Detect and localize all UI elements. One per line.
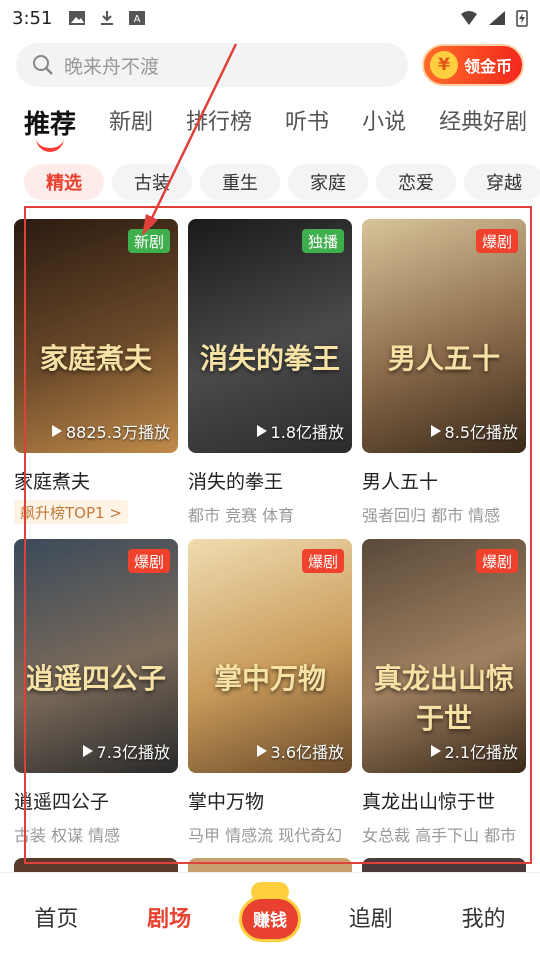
play-icon bbox=[52, 425, 62, 437]
search-icon bbox=[33, 55, 53, 75]
search-input[interactable]: 晚来舟不渡 bbox=[16, 43, 408, 87]
rank-tag[interactable]: 飙升榜TOP1 > bbox=[14, 500, 128, 524]
play-icon bbox=[82, 745, 93, 757]
play-count: 1.8亿播放 bbox=[256, 419, 344, 443]
wifi-icon bbox=[461, 11, 477, 25]
drama-badge: 爆剧 bbox=[301, 549, 344, 573]
drama-card[interactable]: 逍遥四公子 爆剧 7.3亿播放 逍遥四公子 古装 权谋 情感 bbox=[14, 539, 178, 859]
drama-title[interactable]: 男人五十 bbox=[362, 467, 526, 494]
collect-coins-label: 领金币 bbox=[464, 57, 513, 76]
drama-badge: 独播 bbox=[301, 229, 344, 253]
chip-romance[interactable]: 恋爱 bbox=[376, 164, 456, 200]
chip-time-travel[interactable]: 穿越 bbox=[464, 164, 540, 200]
poster-title-art: 消失的拳王 bbox=[199, 342, 340, 375]
nav-home[interactable]: 首页 bbox=[11, 901, 101, 933]
play-count: 8.5亿播放 bbox=[430, 419, 518, 443]
nav-theater[interactable]: 剧场 bbox=[124, 901, 214, 933]
signal-icon bbox=[489, 11, 505, 25]
chip-featured[interactable]: 精选 bbox=[24, 164, 104, 200]
drama-tags: 马甲 情感流 现代奇幻 bbox=[188, 826, 343, 845]
play-count-text: 7.3亿播放 bbox=[96, 743, 170, 762]
search-row: 晚来舟不渡 ¥ 领金币 bbox=[16, 42, 524, 88]
tab-audiobook[interactable]: 听书 bbox=[285, 104, 329, 136]
poster-title-art: 真龙出山惊于世 bbox=[373, 662, 514, 735]
poster-title-art: 逍遥四公子 bbox=[25, 662, 166, 695]
poster-title-art: 男人五十 bbox=[387, 342, 500, 375]
tab-ranking[interactable]: 排行榜 bbox=[186, 104, 252, 136]
svg-text:A: A bbox=[134, 14, 141, 25]
tab-classic[interactable]: 经典好剧 bbox=[439, 104, 527, 136]
play-count: 3.6亿播放 bbox=[256, 739, 344, 763]
drama-poster[interactable]: 掌中万物 爆剧 3.6亿播放 bbox=[188, 539, 352, 773]
drama-grid: 家庭煮夫 新剧 8825.3万播放 家庭煮夫 飙升榜TOP1 > 消失的拳王 独… bbox=[14, 219, 528, 859]
nav-me[interactable]: 我的 bbox=[439, 901, 529, 933]
drama-badge: 新剧 bbox=[127, 229, 170, 253]
tab-recommend[interactable]: 推荐 bbox=[24, 104, 77, 152]
play-icon bbox=[430, 745, 441, 757]
drama-title[interactable]: 家庭煮夫 bbox=[14, 467, 178, 494]
genre-chips: 精选 古装 重生 家庭 恋爱 穿越 bbox=[24, 164, 540, 200]
coin-icon: ¥ bbox=[430, 51, 458, 79]
play-count-text: 8825.3万播放 bbox=[66, 423, 170, 442]
drama-poster[interactable]: 消失的拳王 独播 1.8亿播放 bbox=[188, 219, 352, 453]
drama-card[interactable]: 掌中万物 爆剧 3.6亿播放 掌中万物 马甲 情感流 现代奇幻 bbox=[188, 539, 352, 859]
drama-badge: 爆剧 bbox=[475, 229, 518, 253]
drama-poster[interactable]: 男人五十 爆剧 8.5亿播放 bbox=[362, 219, 526, 453]
play-count-text: 2.1亿播放 bbox=[444, 743, 518, 762]
battery-icon bbox=[516, 10, 528, 27]
drama-poster-partial[interactable] bbox=[362, 858, 526, 872]
drama-card[interactable]: 家庭煮夫 新剧 8825.3万播放 家庭煮夫 飙升榜TOP1 > bbox=[14, 219, 178, 539]
chip-costume[interactable]: 古装 bbox=[112, 164, 192, 200]
drama-badge: 爆剧 bbox=[127, 549, 170, 573]
drama-tags: 女总裁 高手下山 都市 bbox=[362, 826, 517, 845]
tab-label: 推荐 bbox=[24, 110, 77, 140]
drama-title[interactable]: 消失的拳王 bbox=[188, 467, 352, 494]
drama-poster[interactable]: 逍遥四公子 爆剧 7.3亿播放 bbox=[14, 539, 178, 773]
play-icon bbox=[256, 745, 267, 757]
play-count: 2.1亿播放 bbox=[430, 739, 518, 763]
status-bar: 3:51 A bbox=[0, 0, 540, 36]
drama-tags: 都市 竞赛 体育 bbox=[188, 506, 295, 525]
play-count-text: 8.5亿播放 bbox=[444, 423, 518, 442]
drama-title[interactable]: 掌中万物 bbox=[188, 787, 352, 814]
collect-coins-button[interactable]: ¥ 领金币 bbox=[422, 44, 524, 86]
download-icon bbox=[101, 11, 114, 25]
play-icon bbox=[430, 425, 441, 437]
play-count-text: 1.8亿播放 bbox=[270, 423, 344, 442]
image-icon bbox=[69, 11, 86, 25]
drama-tags: 强者回归 都市 情感 bbox=[362, 506, 501, 525]
chip-rebirth[interactable]: 重生 bbox=[200, 164, 280, 200]
earn-label: 赚钱 bbox=[238, 895, 301, 942]
play-count: 8825.3万播放 bbox=[52, 419, 170, 443]
nav-earn[interactable]: 赚钱 bbox=[237, 881, 303, 942]
search-placeholder: 晚来舟不渡 bbox=[64, 55, 160, 78]
drama-card[interactable]: 真龙出山惊于世 爆剧 2.1亿播放 真龙出山惊于世 女总裁 高手下山 都市 bbox=[362, 539, 526, 859]
drama-title[interactable]: 真龙出山惊于世 bbox=[362, 787, 526, 814]
next-row-peek bbox=[14, 858, 528, 872]
category-tabs: 推荐 新剧 排行榜 听书 小说 经典好剧 bbox=[24, 104, 540, 156]
tab-new[interactable]: 新剧 bbox=[109, 104, 153, 136]
drama-poster[interactable]: 家庭煮夫 新剧 8825.3万播放 bbox=[14, 219, 178, 453]
drama-title[interactable]: 逍遥四公子 bbox=[14, 787, 178, 814]
status-time: 3:51 bbox=[12, 7, 53, 29]
drama-card[interactable]: 消失的拳王 独播 1.8亿播放 消失的拳王 都市 竞赛 体育 bbox=[188, 219, 352, 539]
drama-poster-partial[interactable] bbox=[188, 858, 352, 872]
nav-following[interactable]: 追剧 bbox=[326, 901, 416, 933]
bottom-nav: 首页 剧场 赚钱 追剧 我的 bbox=[0, 872, 540, 960]
drama-tags: 古装 权谋 情感 bbox=[14, 826, 121, 845]
drama-poster[interactable]: 真龙出山惊于世 爆剧 2.1亿播放 bbox=[362, 539, 526, 773]
active-tab-indicator bbox=[36, 138, 64, 152]
font-icon: A bbox=[129, 11, 146, 25]
tab-novel[interactable]: 小说 bbox=[362, 104, 406, 136]
chip-family[interactable]: 家庭 bbox=[288, 164, 368, 200]
play-count: 7.3亿播放 bbox=[82, 739, 170, 763]
poster-title-art: 家庭煮夫 bbox=[39, 342, 152, 375]
play-icon bbox=[256, 425, 267, 437]
drama-card[interactable]: 男人五十 爆剧 8.5亿播放 男人五十 强者回归 都市 情感 bbox=[362, 219, 526, 539]
drama-badge: 爆剧 bbox=[475, 549, 518, 573]
poster-title-art: 掌中万物 bbox=[213, 662, 326, 695]
drama-poster-partial[interactable] bbox=[14, 858, 178, 872]
play-count-text: 3.6亿播放 bbox=[270, 743, 344, 762]
